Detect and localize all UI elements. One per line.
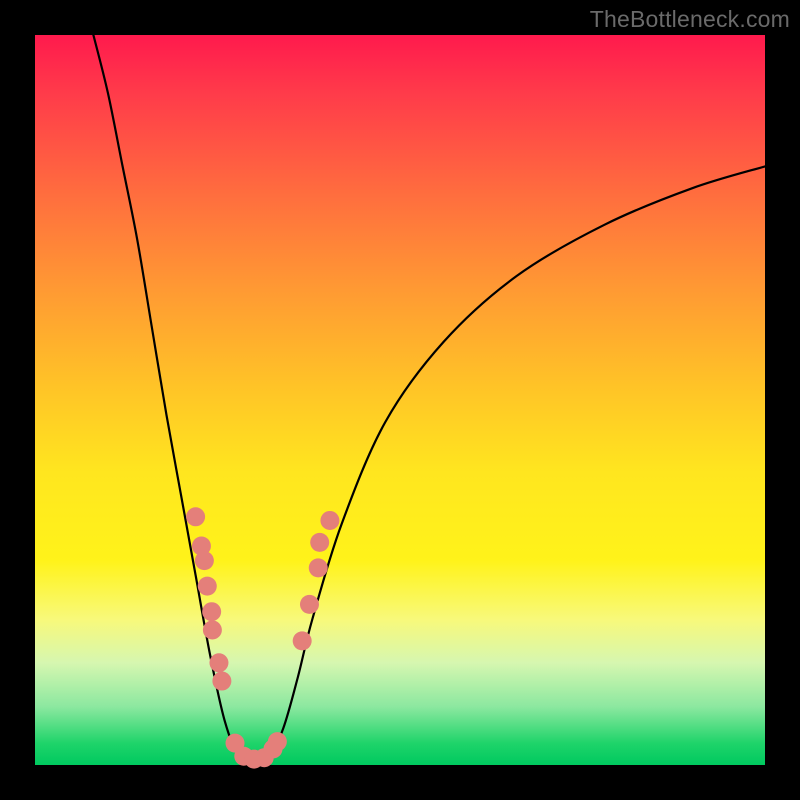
marker-dot bbox=[310, 533, 329, 552]
chart-frame: TheBottleneck.com bbox=[0, 0, 800, 800]
marker-dot bbox=[203, 620, 222, 639]
marker-dot bbox=[212, 672, 231, 691]
curve-svg bbox=[35, 35, 765, 765]
marker-dot bbox=[320, 511, 339, 530]
marker-dot bbox=[293, 631, 312, 650]
marker-dot bbox=[209, 653, 228, 672]
marker-dot bbox=[309, 558, 328, 577]
marker-dot bbox=[195, 551, 214, 570]
marker-dot bbox=[198, 577, 217, 596]
marker-dot bbox=[186, 507, 205, 526]
marker-group bbox=[186, 507, 339, 768]
plot-area bbox=[35, 35, 765, 765]
bottleneck-curve bbox=[93, 35, 765, 765]
marker-dot bbox=[202, 602, 221, 621]
marker-dot bbox=[268, 732, 287, 751]
watermark-text: TheBottleneck.com bbox=[590, 6, 790, 33]
marker-dot bbox=[300, 595, 319, 614]
